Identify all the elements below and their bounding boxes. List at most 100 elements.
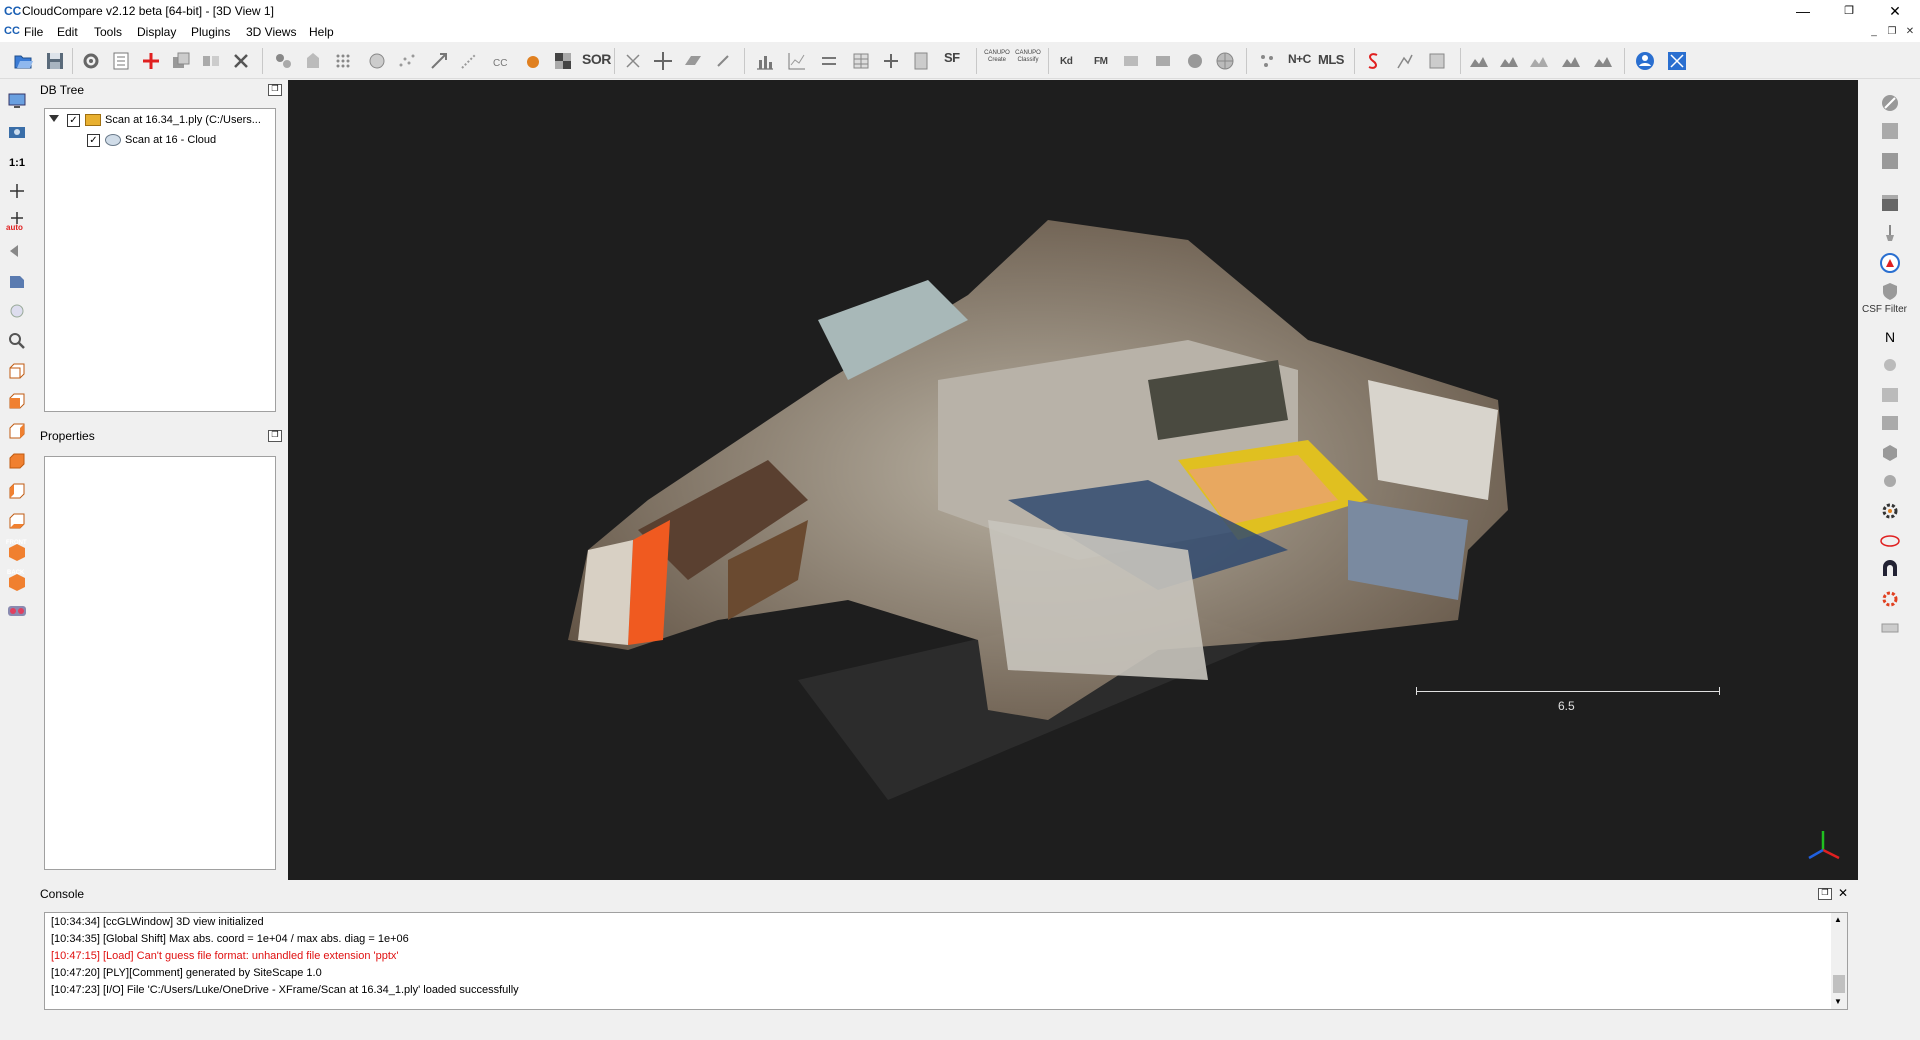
scroll-thumb[interactable] [1833,975,1845,993]
color-icon[interactable] [522,50,544,72]
user-icon[interactable] [1634,50,1656,72]
pcv-icon[interactable] [1879,412,1901,434]
mountain-1-icon[interactable] [1468,50,1490,72]
col-icon[interactable] [1879,120,1901,142]
scalar-field-button[interactable]: SF [944,50,960,65]
mountain-5-icon[interactable] [1592,50,1614,72]
left-view-icon[interactable] [6,420,28,442]
scroll-up-arrow-icon[interactable]: ▲ [1834,915,1842,924]
sphere-icon[interactable] [1184,50,1206,72]
right-view-icon[interactable] [6,480,28,502]
db-tree-float-button[interactable]: ❐ [268,84,282,96]
properties-float-button[interactable]: ❐ [268,430,282,442]
ellipse-icon[interactable] [1879,530,1901,552]
gear-red-icon[interactable] [1879,588,1901,610]
plane-icon[interactable] [682,50,704,72]
menu-tools[interactable]: Tools [94,25,122,39]
menu-help[interactable]: Help [309,25,334,39]
back-view-icon[interactable] [6,450,28,472]
disable-icon[interactable] [1879,92,1901,114]
minimize-button[interactable]: — [1780,0,1826,22]
calculator-icon[interactable] [910,50,932,72]
compass-icon[interactable] [1879,252,1901,274]
close-button[interactable]: ✕ [1872,0,1918,22]
menu-display[interactable]: Display [137,25,176,39]
clapper-icon[interactable] [1879,192,1901,214]
m3c2-icon[interactable] [1879,384,1901,406]
point-pick-icon[interactable] [712,50,734,72]
translate-icon[interactable] [652,50,674,72]
sample-points-icon[interactable] [272,50,294,72]
scale-1to1-button[interactable]: 1:1 [6,152,28,174]
delete-icon[interactable] [230,50,252,72]
mountain-2-icon[interactable] [1498,50,1520,72]
settings-gear-icon[interactable] [80,50,102,72]
brush-icon[interactable] [1879,222,1901,244]
mountain-4-icon[interactable] [1560,50,1582,72]
add-icon[interactable] [880,50,902,72]
globe-icon[interactable] [1214,50,1236,72]
north-button[interactable]: N [1879,326,1901,348]
checkerboard-icon[interactable] [552,50,574,72]
hexagon-icon[interactable] [1879,442,1901,464]
clone-icon[interactable] [170,50,192,72]
normals-icon[interactable] [366,50,388,72]
expand-arrow-icon[interactable] [49,115,59,122]
console-close-button[interactable]: ✕ [1838,886,1848,900]
iso-front-button[interactable]: FRONT [6,540,28,562]
camera-icon[interactable] [6,120,28,142]
sor-filter-button[interactable]: SOR [582,51,611,67]
top-view-icon[interactable] [6,360,28,382]
add-point-icon[interactable] [140,50,162,72]
scatter-icon[interactable] [396,50,418,72]
save-icon[interactable] [44,50,66,72]
plugin-a-icon[interactable] [1120,50,1142,72]
normal-color-button[interactable]: N+C [1288,52,1311,66]
segment-icon[interactable] [302,50,324,72]
compare-icon[interactable]: CC [490,50,512,72]
csf-shield-icon[interactable] [1879,280,1901,302]
table-icon[interactable] [850,50,872,72]
plot-icon[interactable] [786,50,808,72]
ruler-icon[interactable] [1879,616,1901,638]
mdi-close-button[interactable]: ✕ [1902,25,1918,39]
lighting-icon[interactable] [6,300,28,322]
console-float-button[interactable]: ❐ [1818,888,1832,900]
menu-3d-views[interactable]: 3D Views [246,25,296,39]
fullscreen-icon[interactable] [1666,50,1688,72]
histogram-icon[interactable] [754,50,776,72]
cloud-visibility-checkbox[interactable]: ✓ [87,134,100,147]
min-max-icon[interactable] [818,50,840,72]
hpr-icon[interactable] [1879,356,1901,378]
mountain-3-icon[interactable] [1528,50,1550,72]
profile-icon[interactable] [1394,50,1416,72]
console-scrollbar[interactable]: ▲ ▼ [1831,913,1847,1009]
3d-view[interactable]: 6.5 [288,80,1858,880]
gear-color-icon[interactable] [1879,500,1901,522]
maximize-button[interactable]: ❐ [1826,0,1872,22]
align-icon[interactable] [458,50,480,72]
perspective-icon[interactable] [6,270,28,292]
subsample-icon[interactable] [332,50,354,72]
iso-back-button[interactable]: BACK [6,570,28,592]
mdi-minimize-button[interactable]: _ [1866,25,1882,39]
mdi-restore-button[interactable]: ❐ [1884,25,1900,39]
front-view-icon[interactable] [6,390,28,412]
kd-tree-button[interactable]: Kd [1060,56,1073,67]
open-file-icon[interactable] [12,50,34,72]
register-icon[interactable] [428,50,450,72]
plugin-b-icon[interactable] [1152,50,1174,72]
bottom-view-icon[interactable] [6,510,28,532]
pivot-icon[interactable] [6,180,28,202]
export-icon[interactable] [1426,50,1448,72]
s-curve-icon[interactable] [1362,50,1384,72]
auto-pivot-button[interactable]: auto [6,210,28,232]
root-visibility-checkbox[interactable]: ✓ [67,114,80,127]
mls-button[interactable]: MLS [1318,52,1344,67]
scissors-icon[interactable] [622,50,644,72]
menu-file[interactable]: File [24,25,43,39]
rotate-view-icon[interactable] [6,240,28,262]
scalar-icon[interactable] [1879,150,1901,172]
tree-row-cloud[interactable]: ✓ Scan at 16 - Cloud [49,131,269,149]
points-cluster-icon[interactable] [1256,50,1278,72]
